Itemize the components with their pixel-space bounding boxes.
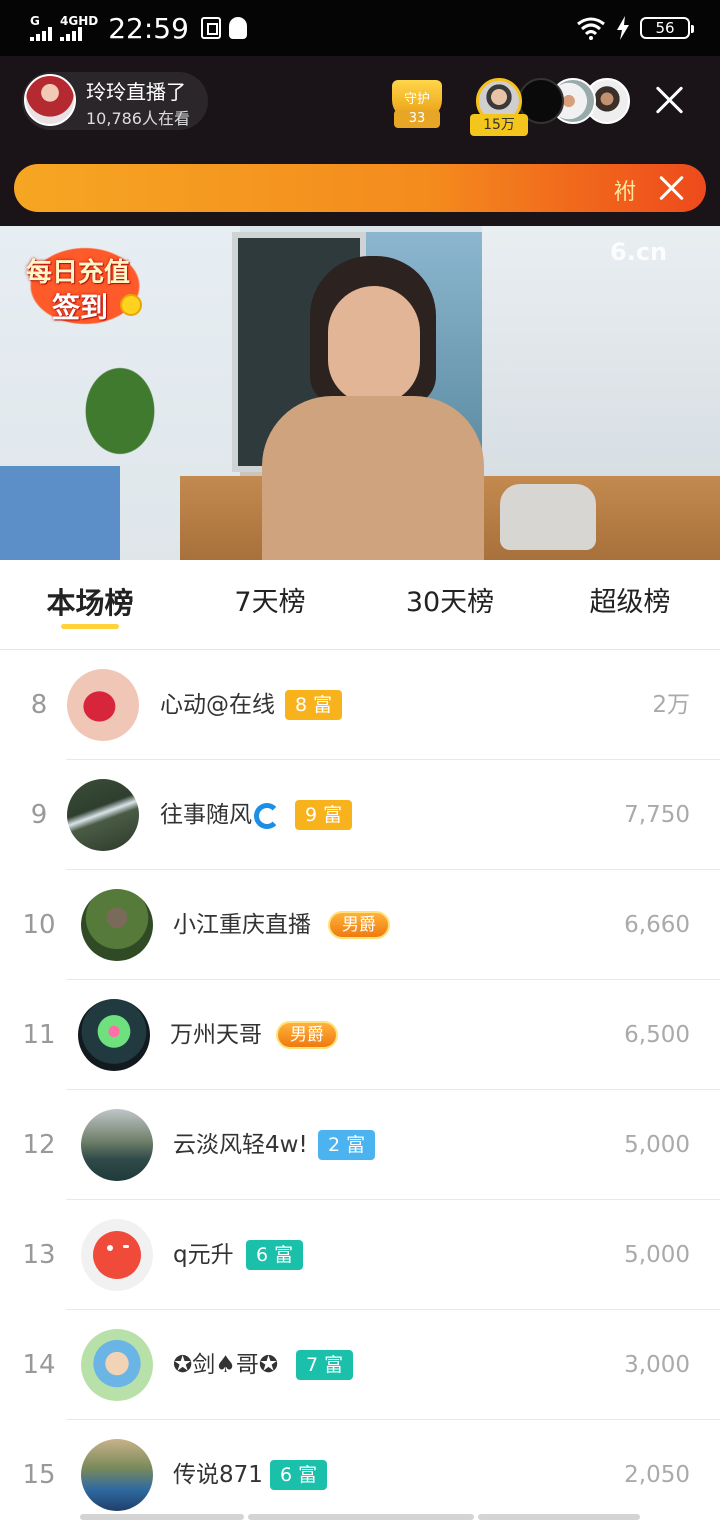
user-avatar[interactable] [67, 779, 139, 851]
network-4g-label: 4GHD [60, 14, 99, 28]
user-name: 传说871 [173, 1462, 263, 1488]
video-scene [60, 336, 180, 486]
wifi-icon [577, 17, 605, 40]
anchor-avatar[interactable] [24, 74, 76, 126]
wealth-level-badge: 9 富 [295, 800, 353, 830]
user-name: 往事随风 [160, 760, 280, 870]
swirl-icon [254, 802, 280, 829]
tab-current-show[interactable]: 本场榜 [0, 580, 180, 622]
user-avatar[interactable] [81, 1219, 153, 1291]
signal-icon: G [30, 15, 52, 41]
coin-icon [120, 294, 142, 316]
checkin-subtitle: 签到 [52, 291, 109, 324]
rank-number: 14 [22, 1350, 56, 1380]
user-avatar[interactable] [81, 1329, 153, 1401]
leaderboard-row[interactable]: 9 往事随风 9 富 7,750 [0, 760, 720, 870]
guard-badge[interactable]: 守护 33 [388, 74, 446, 130]
close-icon[interactable] [650, 80, 690, 120]
user-avatar[interactable] [67, 669, 139, 741]
contribution-score: 2,050 [624, 1462, 690, 1488]
contribution-score: 2万 [652, 692, 690, 718]
contribution-score: 5,000 [624, 1132, 690, 1158]
promo-banner[interactable]: 袝 [14, 164, 706, 212]
user-name: 小江重庆直播 [173, 912, 311, 938]
banner-area: 袝 [0, 144, 720, 226]
contribution-score: 3,000 [624, 1352, 690, 1378]
leaderboard-row[interactable]: 8 心动@在线 8 富 2万 [0, 650, 720, 760]
wealth-level-badge: 8 富 [285, 690, 343, 720]
video-scene [500, 484, 596, 550]
rank-number: 12 [22, 1130, 56, 1160]
tab-super[interactable]: 超级榜 [540, 580, 720, 619]
user-name: ✪剑♠哥✪ [173, 1352, 279, 1378]
leaderboard-row[interactable]: 10 小江重庆直播 男爵 6,660 [0, 870, 720, 980]
wealth-level-badge: 2 富 [318, 1130, 376, 1160]
leaderboard-row[interactable]: 15 传说871 6 富 2,050 [0, 1420, 720, 1520]
bottom-toolbar-edge [248, 1514, 474, 1520]
bottom-toolbar-edge [478, 1514, 640, 1520]
video-scene [482, 226, 720, 506]
live-room-header: 玲玲直播了 10,786人在看 守护 33 15万 [0, 56, 720, 144]
user-avatar[interactable] [81, 889, 153, 961]
rank-number: 10 [22, 910, 56, 940]
viewer-count: 10,786人在看 [86, 109, 190, 128]
wink-face-icon [93, 1231, 141, 1279]
user-name: 万州天哥 [170, 1022, 262, 1048]
user-name: 心动@在线 [160, 692, 275, 718]
user-name: q元升 [173, 1242, 234, 1268]
status-bar: G 4GHD 22:59 56 [0, 0, 720, 56]
notification-app-icon [200, 17, 221, 39]
top-viewer-badge: 15万 [470, 114, 528, 136]
user-name: 云淡风轻4w! [173, 1132, 308, 1158]
streamer [262, 256, 484, 560]
ranking-tabs: 本场榜 7天榜 30天榜 超级榜 [0, 560, 720, 650]
rank-number: 13 [22, 1240, 56, 1270]
clock: 22:59 [108, 11, 189, 45]
leaderboard-row[interactable]: 12 云淡风轻4w! 2 富 5,000 [0, 1090, 720, 1200]
user-avatar[interactable] [81, 1109, 153, 1181]
guard-label: 守护 [403, 92, 430, 107]
guard-count: 33 [394, 110, 440, 128]
rank-number: 11 [22, 1020, 56, 1050]
active-tab-indicator [61, 624, 119, 629]
contribution-score: 6,660 [624, 912, 690, 938]
noble-rank-badge: 男爵 [276, 1021, 338, 1049]
network-type-label: G [30, 14, 40, 28]
bottom-toolbar-edge [80, 1514, 244, 1520]
banner-tag: 袝 [614, 180, 637, 205]
qq-icon [228, 17, 247, 39]
noble-rank-badge: 男爵 [328, 911, 390, 939]
leaderboard-row[interactable]: 14 ✪剑♠哥✪ 7 富 3,000 [0, 1310, 720, 1420]
live-video[interactable]: 6.cn 每日充值 签到 [0, 226, 720, 560]
anchor-name: 玲玲直播了 [86, 80, 186, 104]
contribution-score: 7,750 [624, 802, 690, 828]
wealth-level-badge: 7 富 [296, 1350, 354, 1380]
battery-level: 56 [655, 19, 675, 37]
charging-icon [617, 16, 629, 40]
wink-face-icon [107, 1245, 113, 1251]
leaderboard-row[interactable]: 11 万州天哥 男爵 6,500 [0, 980, 720, 1090]
battery-icon: 56 [640, 17, 694, 39]
user-avatar[interactable] [81, 1439, 153, 1511]
wink-face-icon [123, 1245, 129, 1248]
contribution-score: 6,500 [624, 1022, 690, 1048]
checkin-title: 每日充值 [26, 258, 131, 288]
rank-number: 15 [22, 1460, 56, 1490]
user-name-text: 往事随风 [160, 802, 252, 828]
tab-7-days[interactable]: 7天榜 [180, 580, 360, 619]
daily-checkin-button[interactable]: 每日充值 签到 [22, 242, 148, 330]
wealth-level-badge: 6 富 [246, 1240, 304, 1270]
signal-4g-icon: 4GHD [60, 15, 98, 41]
contribution-score: 5,000 [624, 1242, 690, 1268]
user-avatar[interactable] [78, 999, 150, 1071]
wealth-level-badge: 6 富 [270, 1460, 328, 1490]
tab-30-days[interactable]: 30天榜 [360, 580, 540, 619]
watermark: 6.cn [610, 238, 668, 266]
leaderboard-row[interactable]: 13 q元升 6 富 5,000 [0, 1200, 720, 1310]
banner-close-icon[interactable] [654, 170, 690, 206]
